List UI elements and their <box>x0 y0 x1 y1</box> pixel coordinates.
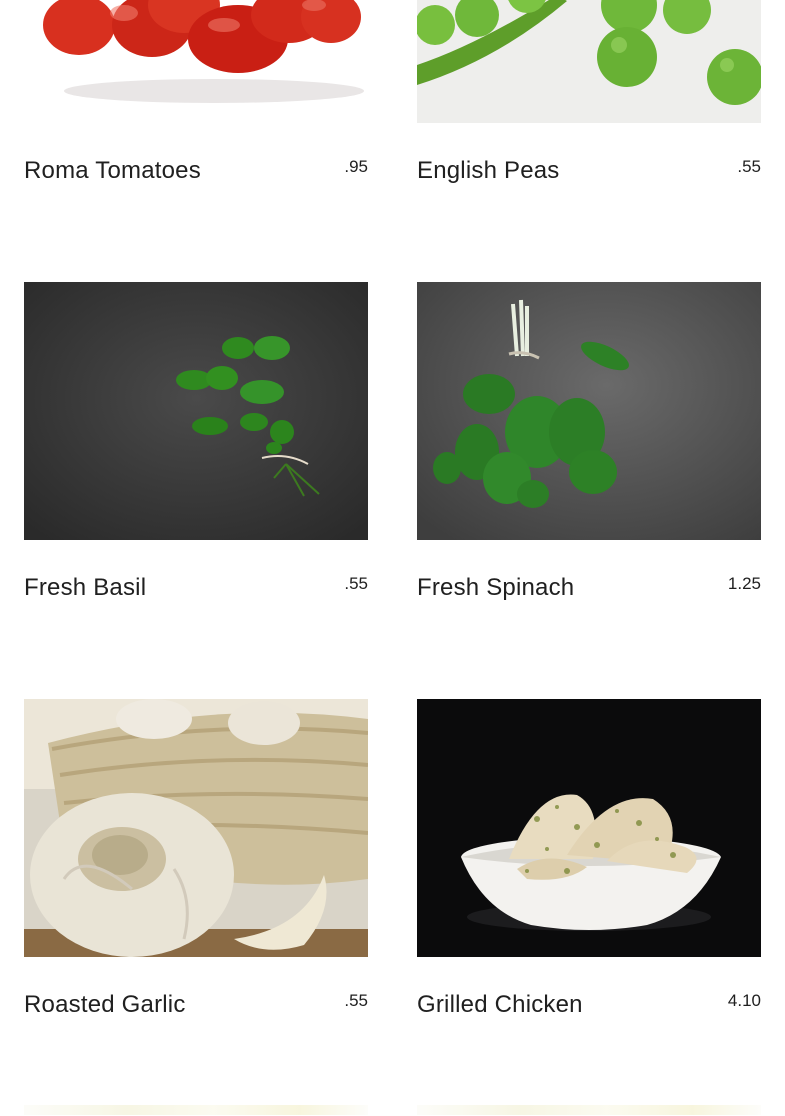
menu-item-card[interactable]: Fresh Spinach 1.25 <box>417 282 761 699</box>
item-price: .95 <box>344 157 368 176</box>
menu-grid: Roma Tomatoes .95 English Peas .55 Fresh… <box>24 0 761 1116</box>
item-name[interactable]: Grilled Chicken <box>417 989 583 1021</box>
next-row-peek <box>0 1102 785 1115</box>
item-name[interactable]: Roasted Garlic <box>24 989 186 1021</box>
next-item-photo-edge[interactable] <box>24 1105 368 1115</box>
basil-photo[interactable] <box>24 282 368 540</box>
item-price: 4.10 <box>727 991 761 1010</box>
menu-item-card[interactable]: Roma Tomatoes .95 <box>24 0 368 282</box>
item-price: 1.25 <box>727 574 761 593</box>
menu-item-info: Grilled Chicken 4.10 <box>417 989 761 1021</box>
menu-item-info: English Peas .55 <box>417 155 761 187</box>
tomatoes-photo[interactable] <box>24 0 368 123</box>
menu-item-info: Fresh Basil .55 <box>24 572 368 604</box>
item-price: .55 <box>344 574 368 593</box>
item-name[interactable]: Roma Tomatoes <box>24 155 201 187</box>
peas-photo[interactable] <box>417 0 761 123</box>
spinach-photo[interactable] <box>417 282 761 540</box>
item-name[interactable]: English Peas <box>417 155 560 187</box>
chicken-photo[interactable] <box>417 699 761 957</box>
garlic-photo[interactable] <box>24 699 368 957</box>
item-name[interactable]: Fresh Spinach <box>417 572 574 604</box>
menu-item-info: Fresh Spinach 1.25 <box>417 572 761 604</box>
item-price: .55 <box>344 991 368 1010</box>
item-price: .55 <box>737 157 761 176</box>
menu-item-card[interactable]: English Peas .55 <box>417 0 761 282</box>
menu-item-info: Roma Tomatoes .95 <box>24 155 368 187</box>
menu-item-info: Roasted Garlic .55 <box>24 989 368 1021</box>
menu-item-card[interactable]: Grilled Chicken 4.10 <box>417 699 761 1116</box>
item-name[interactable]: Fresh Basil <box>24 572 146 604</box>
menu-item-card[interactable]: Roasted Garlic .55 <box>24 699 368 1116</box>
menu-item-card[interactable]: Fresh Basil .55 <box>24 282 368 699</box>
next-item-photo-edge[interactable] <box>417 1105 761 1115</box>
